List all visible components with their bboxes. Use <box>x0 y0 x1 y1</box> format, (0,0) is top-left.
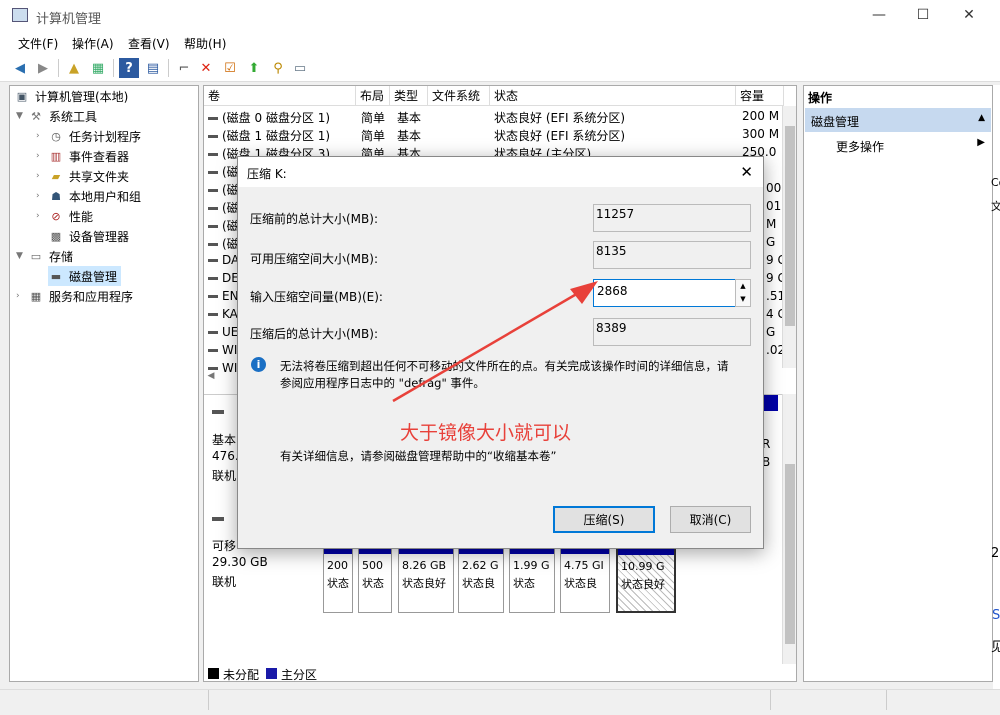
annotation-text: 大于镜像大小就可以 <box>400 422 572 444</box>
annotation-arrow <box>392 281 598 403</box>
computer-management-window: 计算机管理 — ☐ ✕ 文件(F) 操作(A) 查看(V) 帮助(H) ◀ ▶ … <box>0 0 1000 715</box>
